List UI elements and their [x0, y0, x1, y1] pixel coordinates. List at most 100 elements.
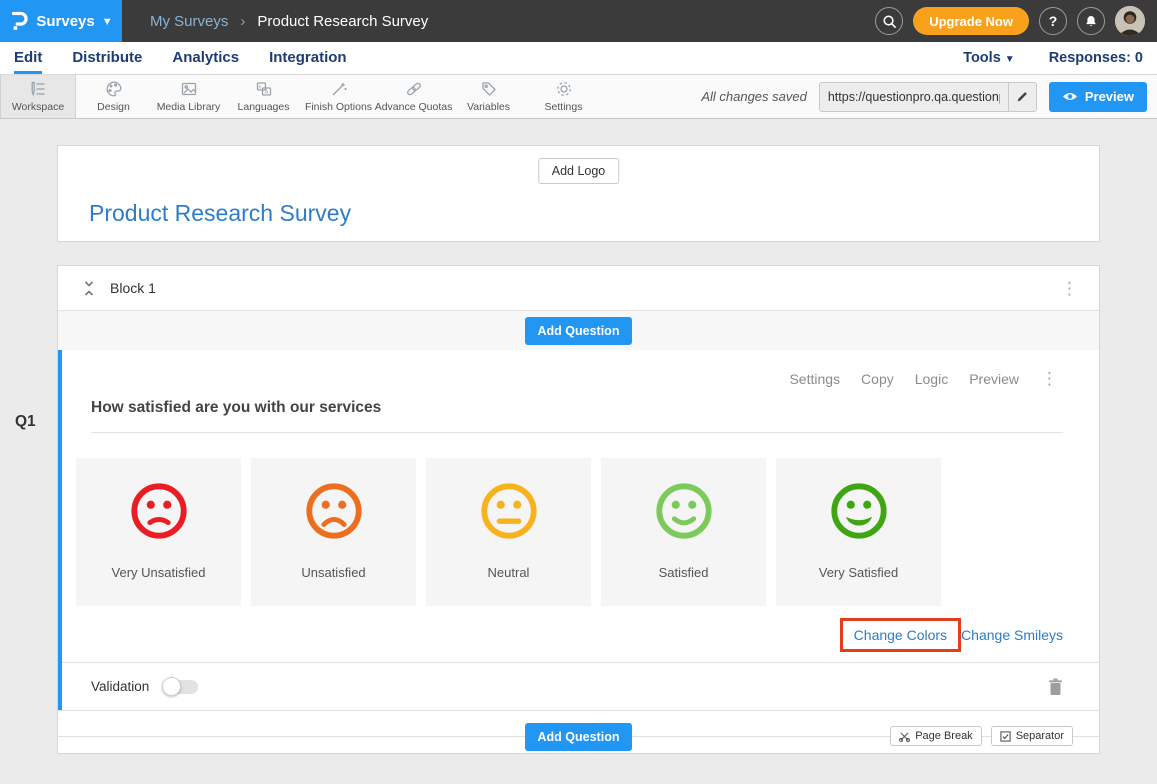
upgrade-now-button[interactable]: Upgrade Now [913, 7, 1029, 35]
add-logo-button[interactable]: Add Logo [538, 158, 620, 184]
breadcrumb-survey-name: Product Research Survey [257, 13, 428, 30]
change-links-row: Change Colors Change Smileys [62, 618, 1063, 652]
caret-down-icon: ▼ [102, 16, 113, 28]
neutral-smiley-icon [478, 458, 540, 547]
smiley-option-label: Neutral [488, 565, 530, 580]
page-break-button[interactable]: Page Break [890, 726, 981, 746]
section-tabs: Edit Distribute Analytics Integration To… [0, 42, 1157, 75]
top-navbar: Surveys ▼ My Surveys › Product Research … [0, 0, 1157, 42]
survey-title[interactable]: Product Research Survey [89, 200, 351, 227]
block-name[interactable]: Block 1 [110, 280, 156, 296]
survey-editor-app: Surveys ▼ My Surveys › Product Research … [0, 0, 1157, 784]
pencil-icon [1016, 90, 1029, 103]
question-menu-kebab-icon[interactable]: ⋮ [1036, 370, 1063, 387]
user-avatar[interactable] [1115, 6, 1145, 36]
tag-icon [480, 80, 498, 98]
very-satisfied-smiley-icon [828, 458, 890, 547]
question-copy-link[interactable]: Copy [861, 371, 894, 387]
collapse-block-icon[interactable] [81, 280, 97, 297]
bell-icon [1084, 14, 1098, 29]
brand-label: Surveys [36, 13, 94, 30]
question-logic-link[interactable]: Logic [915, 371, 948, 387]
smiley-option-very-satisfied[interactable]: Very Satisfied [776, 458, 941, 606]
smiley-option-satisfied[interactable]: Satisfied [601, 458, 766, 606]
brand-menu[interactable]: Surveys ▼ [0, 0, 122, 42]
smiley-option-label: Satisfied [659, 565, 709, 580]
search-icon [882, 14, 897, 29]
validation-toggle[interactable] [162, 678, 198, 695]
tab-integration[interactable]: Integration [269, 42, 347, 74]
smiley-option-label: Very Satisfied [819, 565, 899, 580]
footer-buttons: Page Break Separator [890, 726, 1073, 746]
chevron-right-icon: › [240, 13, 245, 30]
search-button[interactable] [875, 7, 903, 35]
notifications-button[interactable] [1077, 7, 1105, 35]
image-icon [180, 80, 198, 98]
tools-menu[interactable]: Tools ▼ [963, 50, 1015, 66]
preview-button[interactable]: Preview [1049, 82, 1147, 112]
add-question-button-top[interactable]: Add Question [525, 317, 633, 345]
question-mark-icon: ? [1049, 13, 1058, 29]
wand-icon [330, 80, 348, 98]
smiley-option-neutral[interactable]: Neutral [426, 458, 591, 606]
eye-icon [1062, 91, 1078, 102]
trash-icon [1048, 678, 1063, 696]
toolbar-item-finish-options[interactable]: Finish Options [301, 75, 376, 118]
very-unsatisfied-smiley-icon [128, 458, 190, 547]
toolbar-item-media-library[interactable]: Media Library [151, 75, 226, 118]
breadcrumb-my-surveys[interactable]: My Surveys [150, 13, 228, 30]
svg-text:A: A [264, 89, 268, 95]
smiley-option-unsatisfied[interactable]: Unsatisfied [251, 458, 416, 606]
workspace-icon [29, 80, 47, 98]
question-card: Settings Copy Logic Preview ⋮ How satisf… [58, 350, 1099, 710]
questionpro-logo-icon [9, 10, 29, 32]
survey-header-card: Add Logo Product Research Survey [57, 145, 1100, 242]
block-header: Block 1 ⋮ [58, 266, 1099, 311]
svg-text:x: x [258, 84, 261, 90]
toolbar-item-design[interactable]: Design [76, 75, 151, 118]
survey-url-input[interactable] [820, 83, 1008, 111]
tab-edit[interactable]: Edit [14, 42, 42, 74]
smiley-option-label: Very Unsatisfied [112, 565, 206, 580]
tab-distribute[interactable]: Distribute [72, 42, 142, 74]
tab-analytics[interactable]: Analytics [172, 42, 239, 74]
toolbar-item-advance-quotas[interactable]: Advance Quotas [376, 75, 451, 118]
section-tabs-right: Tools ▼ Responses: 0 [963, 42, 1143, 74]
smiley-option-very-unsatisfied[interactable]: Very Unsatisfied [76, 458, 241, 606]
block-footer: Add Question Page Break Separator [58, 710, 1099, 753]
unsatisfied-smiley-icon [303, 458, 365, 547]
save-status-text: All changes saved [701, 89, 807, 104]
checkbox-icon [1000, 731, 1011, 742]
question-settings-link[interactable]: Settings [789, 371, 840, 387]
edit-url-button[interactable] [1008, 83, 1036, 111]
block-menu-kebab-icon[interactable]: ⋮ [1056, 280, 1083, 297]
toolbar-item-workspace[interactable]: Workspace [0, 75, 76, 118]
question-number-label: Q1 [15, 413, 36, 431]
delete-question-button[interactable] [1048, 678, 1063, 696]
block-card: Block 1 ⋮ Add Question Settings Copy Log… [57, 265, 1100, 754]
question-text[interactable]: How satisfied are you with our services [91, 399, 1063, 433]
change-smileys-link[interactable]: Change Smileys [961, 627, 1063, 643]
question-actions: Settings Copy Logic Preview ⋮ [62, 350, 1099, 387]
change-colors-link[interactable]: Change Colors [854, 627, 947, 643]
question-preview-link[interactable]: Preview [969, 371, 1019, 387]
toolbar-item-variables[interactable]: Variables [451, 75, 526, 118]
smiley-options-row: Very Unsatisfied Unsatisfied Neutral Satisf… [76, 458, 1099, 606]
gear-icon [555, 80, 573, 98]
help-button[interactable]: ? [1039, 7, 1067, 35]
separator-button[interactable]: Separator [991, 726, 1073, 746]
validation-row: Validation [62, 662, 1099, 710]
toolbar-item-settings[interactable]: Settings [526, 75, 601, 118]
scissors-icon [899, 731, 910, 742]
smiley-option-label: Unsatisfied [301, 565, 365, 580]
annotation-highlight-box: Change Colors [840, 618, 961, 652]
breadcrumb: My Surveys › Product Research Survey [150, 13, 428, 30]
satisfied-smiley-icon [653, 458, 715, 547]
toolbar-item-languages[interactable]: xA Languages [226, 75, 301, 118]
chain-icon [405, 80, 423, 98]
editor-toolbar: Workspace Design Media Library xA Langua… [0, 75, 1157, 119]
toolbar-right: All changes saved Preview [701, 75, 1157, 118]
add-question-strip-top: Add Question [58, 311, 1099, 350]
add-question-button-bottom[interactable]: Add Question [525, 723, 633, 751]
validation-label: Validation [91, 679, 149, 694]
